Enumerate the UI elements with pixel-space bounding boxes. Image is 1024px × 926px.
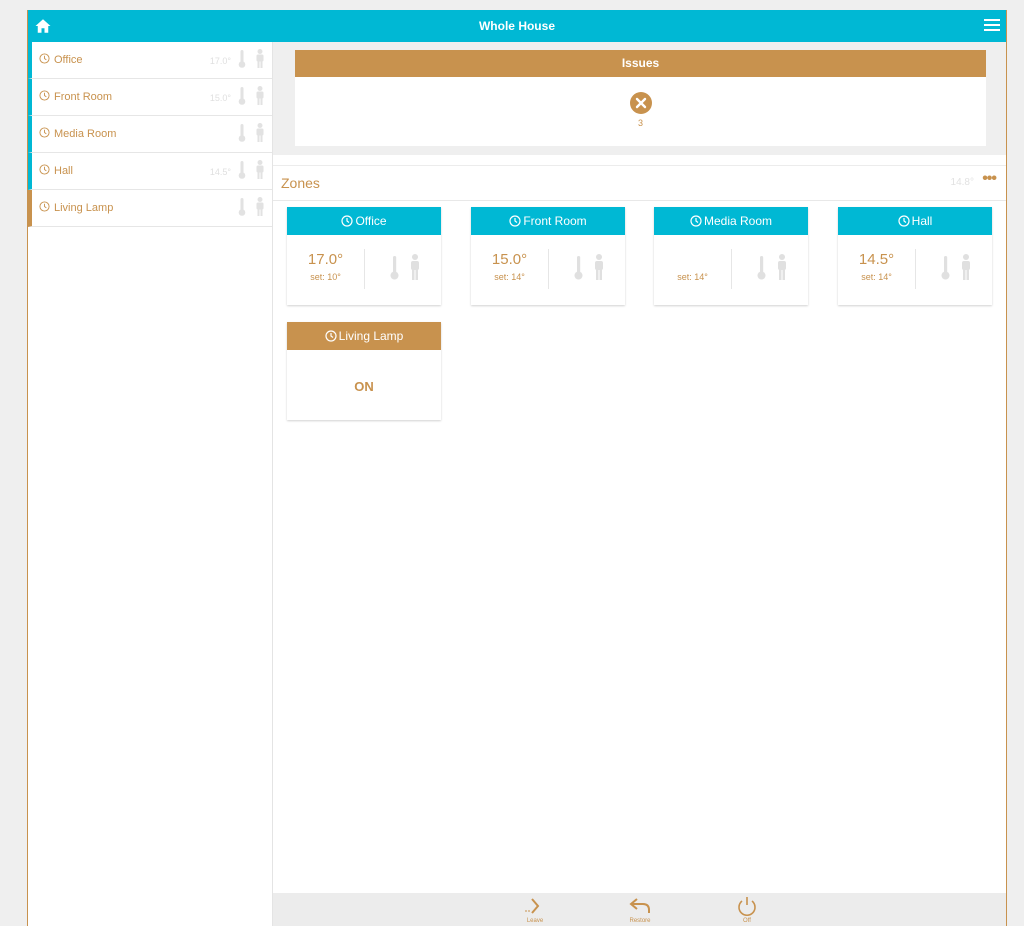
off-label: Off (743, 918, 751, 924)
sidebar-item-label: Living Lamp (54, 202, 114, 214)
menu-icon[interactable] (984, 19, 1000, 33)
zone-current-temp: 14.5° (858, 251, 895, 268)
sidebar-item-living-lamp[interactable]: Living Lamp (28, 190, 272, 227)
sidebar-item-media-room[interactable]: Media Room (28, 116, 272, 153)
lamp-state: ON (354, 379, 374, 394)
zone-card-media-room[interactable]: Media Room set: 14° (654, 207, 808, 305)
divider (548, 249, 549, 289)
restore-button[interactable]: Restore (620, 895, 660, 925)
person-icon (256, 123, 264, 142)
zone-setpoint: set: 10° (310, 272, 341, 282)
power-icon (738, 897, 756, 916)
zone-card-front-room[interactable]: Front Room 15.0° set: 14° (471, 207, 625, 305)
divider (915, 249, 916, 289)
sidebar-item-label: Hall (54, 165, 73, 177)
divider (364, 249, 365, 289)
thermometer-icon (941, 256, 950, 280)
zones-title: Zones (281, 175, 320, 191)
sidebar-item-label: Front Room (54, 91, 113, 103)
thermometer-icon (238, 50, 246, 68)
zone-card-title: Hall (911, 214, 933, 228)
sidebar-item-label: Office (54, 54, 83, 66)
clock-icon (39, 201, 50, 212)
top-bar: Whole House (28, 10, 1006, 42)
thermometer-icon (238, 161, 246, 179)
thermometer-icon (574, 256, 583, 280)
zone-card-living-lamp[interactable]: Living Lamp ON (287, 322, 441, 420)
clock-icon (39, 127, 50, 138)
zone-setpoint: set: 14° (677, 272, 708, 282)
person-icon (256, 86, 264, 105)
thermometer-icon (238, 124, 246, 142)
sidebar-item-label: Media Room (54, 128, 117, 140)
sidebar: Office 17.0° Front Room 15.0° Media Room… (28, 42, 273, 926)
clock-icon (898, 215, 910, 227)
sidebar-item-temp: 14.5° (209, 167, 231, 177)
person-icon (411, 254, 419, 280)
clock-icon (690, 215, 702, 227)
thermometer-icon (238, 198, 246, 216)
thermometer-icon (390, 256, 399, 280)
zone-setpoint: set: 14° (494, 272, 525, 282)
zone-card-title: Living Lamp (338, 329, 404, 343)
sidebar-item-temp: 15.0° (209, 93, 231, 103)
page-title: Whole House (478, 19, 555, 33)
zone-current-temp: 15.0° (491, 251, 528, 268)
clock-icon (39, 53, 50, 64)
issues-panel[interactable]: Issues 3 (295, 50, 986, 146)
main-panel: Issues 3 Zones 14.8° ••• Office 17.0° se… (273, 42, 1006, 926)
leave-button[interactable]: Leave (515, 895, 555, 925)
clock-icon (509, 215, 521, 227)
person-icon (778, 254, 786, 280)
person-icon (595, 254, 603, 280)
issues-section: Issues 3 (273, 42, 1006, 155)
clock-icon (39, 164, 50, 175)
issues-title: Issues (295, 50, 986, 77)
more-options-icon[interactable]: ••• (982, 170, 997, 188)
person-icon (962, 254, 970, 280)
zones-average-temp: 14.8° (950, 177, 974, 188)
zone-card-hall[interactable]: Hall 14.5° set: 14° (838, 207, 992, 305)
divider (731, 249, 732, 289)
zone-setpoint: set: 14° (861, 272, 892, 282)
sidebar-item-hall[interactable]: Hall 14.5° (28, 153, 272, 190)
person-icon (256, 160, 264, 179)
zone-card-title: Front Room (523, 214, 587, 228)
error-icon[interactable] (629, 92, 652, 114)
sidebar-item-office[interactable]: Office 17.0° (28, 42, 272, 79)
thermometer-icon (757, 256, 766, 280)
chevron-right-icon (525, 898, 540, 914)
zones-header: Zones 14.8° ••• (273, 165, 1006, 201)
clock-icon (325, 330, 337, 342)
person-icon (256, 197, 264, 216)
off-button[interactable]: Off (727, 895, 767, 925)
undo-icon (629, 898, 650, 913)
restore-label: Restore (629, 918, 651, 924)
issues-count: 3 (637, 118, 643, 128)
thermometer-icon (238, 87, 246, 105)
sidebar-item-front-room[interactable]: Front Room 15.0° (28, 79, 272, 116)
zone-card-title: Office (355, 214, 387, 228)
zone-current-temp: 17.0° (307, 251, 344, 268)
clock-icon (39, 90, 50, 101)
zone-card-office[interactable]: Office 17.0° set: 10° (287, 207, 441, 305)
person-icon (256, 49, 264, 68)
zone-card-title: Media Room (703, 214, 773, 228)
footer-toolbar: Leave Restore Off (273, 893, 1006, 926)
sidebar-item-temp: 17.0° (209, 56, 231, 66)
leave-label: Leave (526, 918, 544, 924)
app-window: Whole House Office 17.0° Front Room 15.0… (27, 10, 1007, 926)
clock-icon (341, 215, 354, 227)
